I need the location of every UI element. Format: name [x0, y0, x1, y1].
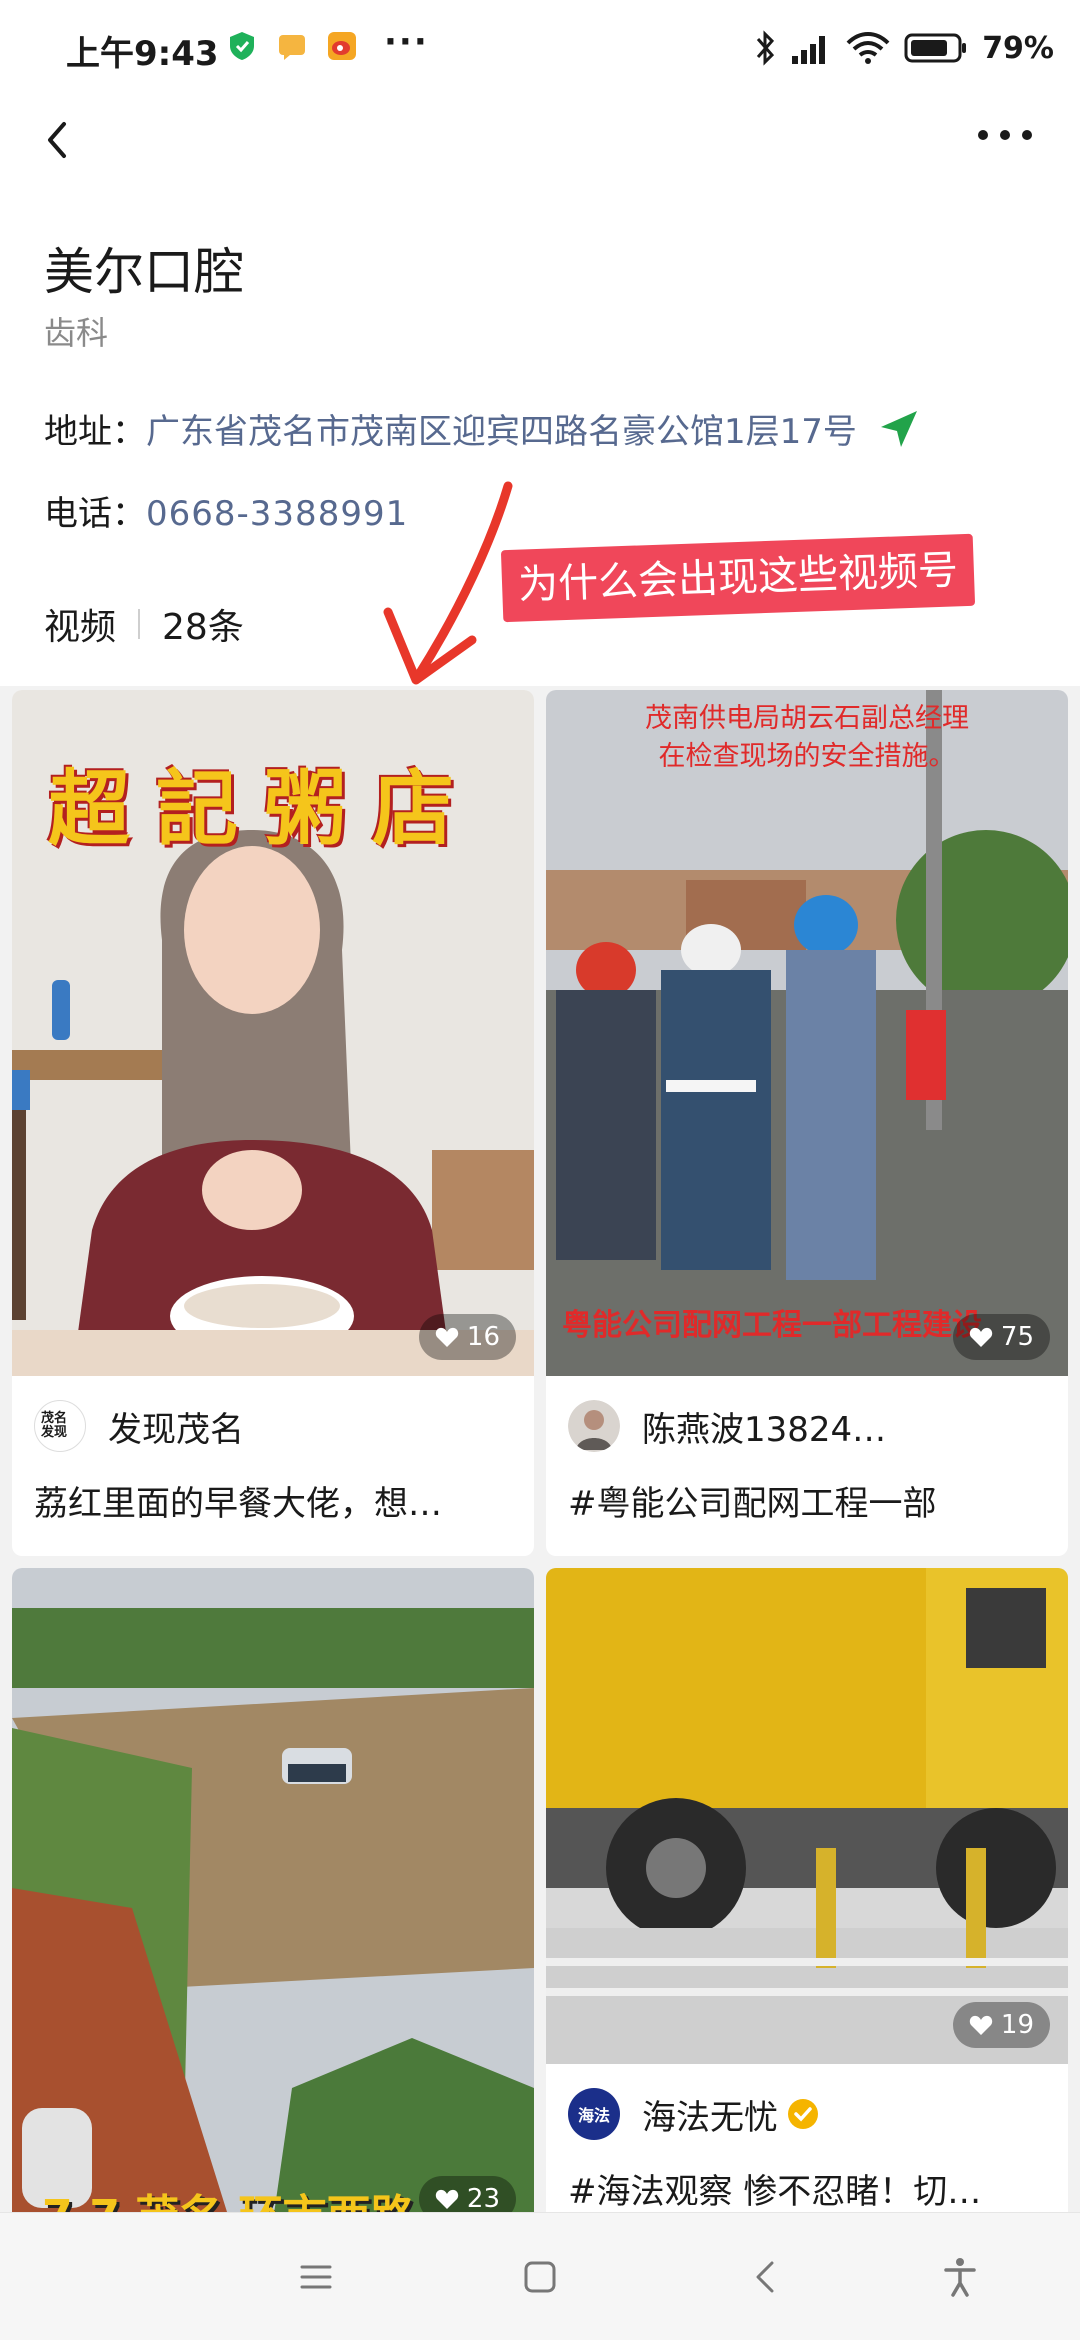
like-count-badge: 19	[952, 2002, 1050, 2048]
accessibility-icon[interactable]	[936, 2253, 984, 2301]
author-row[interactable]: 陈燕波13824…	[568, 1400, 886, 1452]
thumbnail-title: 超記粥店	[48, 762, 481, 857]
phone-row[interactable]: 电话：0668-3388991	[44, 486, 408, 535]
video-thumbnail[interactable]: 超記粥店 16	[12, 690, 534, 1376]
screen: 上午9:43 ··· 79% 美尔口腔 齿科 地址： 广东省茂名市茂南区迎宾四路…	[0, 0, 1080, 2340]
status-more-dots: ···	[384, 22, 429, 62]
message-app-icon	[279, 35, 305, 60]
thumbnail-image	[546, 690, 1068, 1376]
like-count: 16	[466, 1322, 500, 1352]
home-square-icon[interactable]	[516, 2253, 564, 2301]
video-card[interactable]: 7.7 茂名 环市西路 23	[12, 1568, 534, 2228]
like-count: 19	[1000, 2010, 1034, 2040]
like-count: 75	[1000, 1322, 1034, 1352]
like-count-badge: 16	[418, 1314, 516, 1360]
back-triangle-icon[interactable]	[742, 2253, 790, 2301]
bluetooth-icon	[757, 30, 775, 66]
battery-percentage: 79%	[982, 30, 1054, 66]
system-navigation-bar	[0, 2212, 1080, 2340]
author-name[interactable]: 发现茂名	[108, 1402, 244, 1451]
video-card[interactable]: 茂南供电局胡云石副总经理 在检查现场的安全措施。 粤能公司配网工程一部工程建设 …	[546, 690, 1068, 1556]
author-avatar[interactable]: 海法	[568, 2088, 620, 2140]
video-thumbnail[interactable]: 7.7 茂名 环市西路 23	[12, 1568, 534, 2228]
video-description[interactable]: 荔红里面的早餐大佬，想…	[34, 1476, 514, 1525]
video-card[interactable]: 19 海法 海法无忧 #海法观察 惨不忍睹！切…	[546, 1568, 1068, 2228]
video-thumbnail[interactable]: 19	[546, 1568, 1068, 2064]
heart-icon	[969, 1327, 993, 1347]
videos-divider	[138, 609, 141, 639]
address-value[interactable]: 广东省茂名市茂南区迎宾四路名豪公馆1层17号	[146, 404, 857, 453]
like-count-badge: 75	[952, 1314, 1050, 1360]
menu-icon[interactable]	[292, 2253, 340, 2301]
address-label: 地址：	[44, 412, 146, 452]
security-shield-icon	[230, 32, 254, 60]
video-card[interactable]: 超記粥店 16 茂名发现 发现茂名 荔红里面的早餐大佬，想…	[12, 690, 534, 1556]
author-name[interactable]: 陈燕波13824…	[642, 1402, 886, 1451]
more-dots-icon	[978, 130, 1032, 140]
shop-name: 美尔口腔	[44, 243, 244, 301]
heart-icon	[435, 1327, 459, 1347]
status-time: 上午9:43	[66, 34, 219, 74]
author-row[interactable]: 茂名发现 发现茂名	[34, 1400, 244, 1452]
videos-count: 28条	[162, 607, 244, 648]
thumbnail-caption: 茂南供电局胡云石副总经理 在检查现场的安全措施。	[645, 703, 969, 772]
phone-label: 电话：	[44, 494, 146, 534]
navigation-arrow-icon[interactable]	[877, 407, 921, 451]
back-button[interactable]	[30, 110, 90, 170]
author-name[interactable]: 海法无忧	[642, 2090, 778, 2139]
verified-badge-icon	[788, 2099, 818, 2129]
heart-icon	[435, 2189, 459, 2209]
video-description[interactable]: #海法观察 惨不忍睹！切…	[568, 2164, 1048, 2213]
author-row[interactable]: 海法 海法无忧	[568, 2088, 820, 2140]
videos-label: 视频	[44, 607, 117, 648]
signal-icon	[792, 36, 826, 64]
status-bar: 上午9:43 ··· 79%	[0, 0, 1080, 96]
battery-icon	[904, 33, 967, 63]
heart-icon	[969, 2015, 993, 2035]
author-avatar[interactable]	[568, 1400, 620, 1452]
like-count: 23	[466, 2184, 500, 2214]
thumbnail-bottom-text: 粤能公司配网工程一部工程建设	[562, 1308, 982, 1343]
video-thumbnail[interactable]: 茂南供电局胡云石副总经理 在检查现场的安全措施。 粤能公司配网工程一部工程建设 …	[546, 690, 1068, 1376]
wifi-icon	[846, 32, 890, 64]
address-row[interactable]: 地址： 广东省茂名市茂南区迎宾四路名豪公馆1层17号	[44, 404, 921, 453]
author-avatar[interactable]: 茂名发现	[34, 1400, 86, 1452]
status-right-group: 79%	[754, 24, 1054, 72]
shop-category: 齿科	[44, 314, 109, 352]
videos-header: 视频 28条	[44, 598, 244, 650]
thumbnail-image	[546, 1568, 1068, 2064]
weibo-app-icon	[328, 32, 356, 60]
more-options-button[interactable]	[970, 122, 1040, 158]
phone-value[interactable]: 0668-3388991	[146, 494, 408, 534]
video-description[interactable]: #粤能公司配网工程一部	[568, 1476, 1048, 1525]
thumbnail-image	[12, 1568, 534, 2228]
